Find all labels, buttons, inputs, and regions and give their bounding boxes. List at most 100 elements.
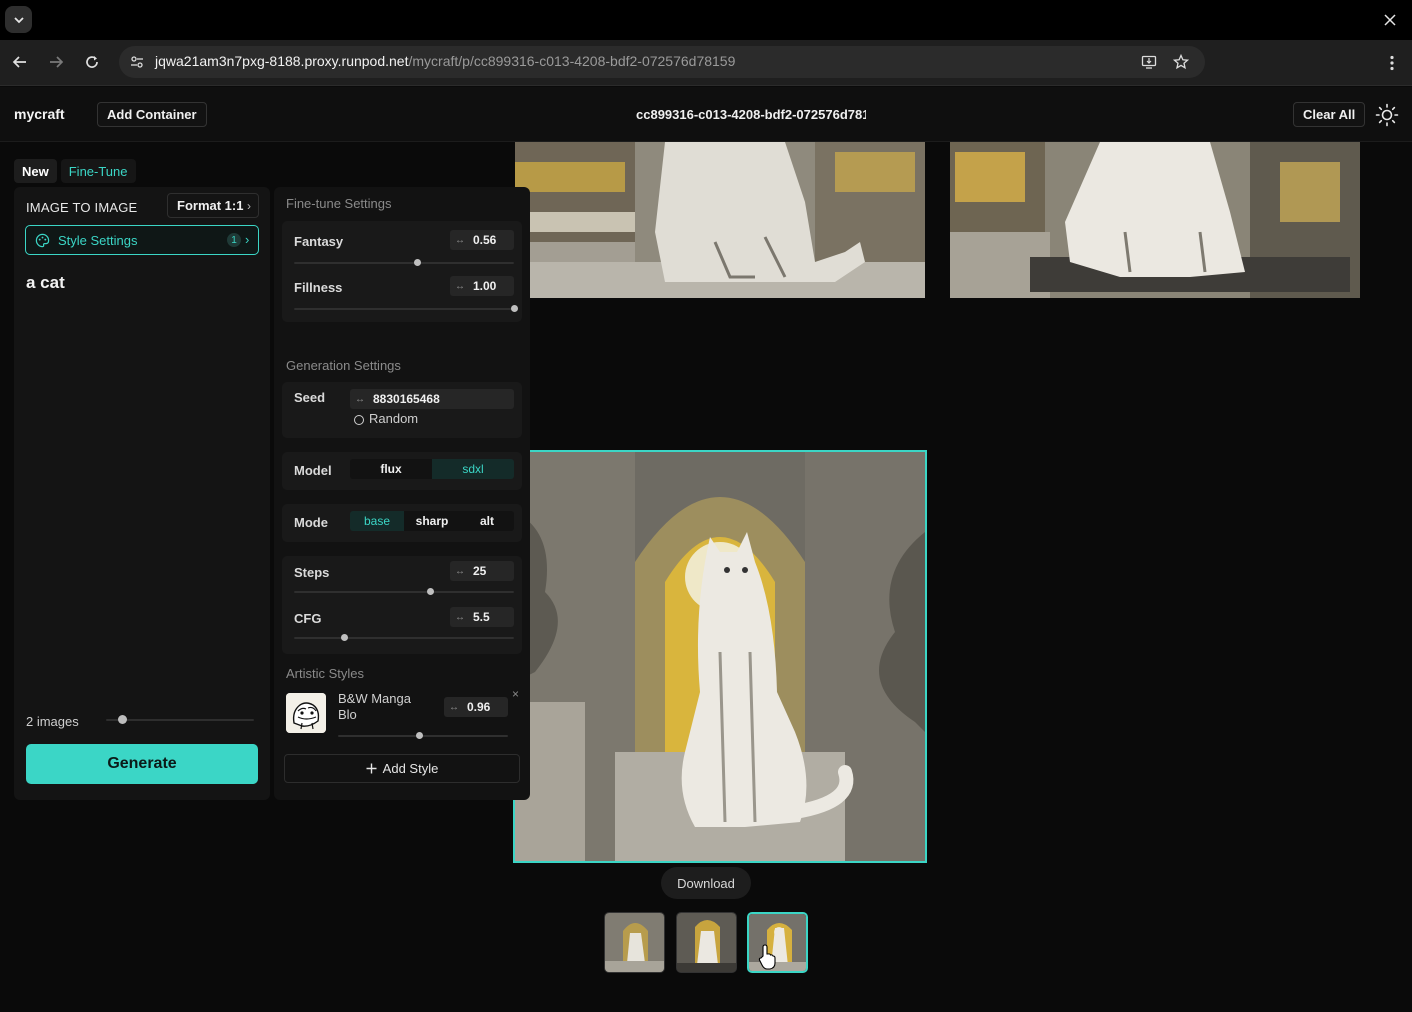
style-strength-slider-thumb[interactable]	[416, 732, 424, 739]
drag-arrows-icon: ↔	[455, 234, 465, 246]
back-button[interactable]	[7, 49, 33, 75]
fillness-slider-thumb[interactable]	[510, 305, 518, 312]
seed-input[interactable]: ↔ 8830165468	[350, 389, 514, 409]
browser-tabstrip	[0, 0, 1412, 40]
mode-selector: base sharp alt	[350, 511, 514, 531]
drag-arrows-icon: ↔	[455, 280, 465, 292]
mode-card: Mode base sharp alt	[282, 504, 522, 542]
drag-arrows-icon: ↔	[455, 611, 465, 623]
model-label: Model	[294, 463, 332, 478]
chevron-right-icon: ›	[247, 199, 251, 213]
generation-settings-title: Generation Settings	[286, 358, 401, 373]
steps-slider-thumb[interactable]	[426, 588, 434, 595]
model-card: Model flux sdxl	[282, 452, 522, 490]
style-count-badge: 1	[227, 233, 241, 247]
model-option-sdxl[interactable]: sdxl	[432, 459, 514, 479]
address-bar[interactable]: jqwa21am3n7pxg-8188.proxy.runpod.net/myc…	[119, 46, 1205, 78]
drag-arrows-icon: ↔	[455, 565, 465, 577]
fillness-label: Fillness	[294, 280, 343, 295]
cfg-value: 5.5	[473, 610, 490, 624]
reload-icon	[86, 56, 98, 68]
style-settings-button[interactable]: Style Settings 1 ›	[25, 225, 259, 255]
more-vertical-icon	[1390, 55, 1394, 71]
cfg-label: CFG	[294, 611, 322, 626]
download-button[interactable]: Download	[661, 867, 751, 899]
random-seed-label[interactable]: Random	[369, 411, 418, 426]
palette-icon	[35, 233, 50, 248]
format-button[interactable]: Format 1:1 ›	[167, 193, 259, 218]
workspace: Download New Fine-Tune IMAGE TO IMAGE Fo…	[0, 142, 1412, 1012]
reload-button[interactable]	[79, 49, 105, 75]
random-seed-radio[interactable]	[354, 415, 364, 425]
fantasy-label: Fantasy	[294, 234, 344, 249]
image-count-label: 2 images	[26, 714, 79, 729]
close-icon	[1384, 14, 1396, 26]
steps-label: Steps	[294, 565, 330, 580]
generation-mode-label: IMAGE TO IMAGE	[26, 200, 138, 215]
thumbnail-1[interactable]	[604, 912, 665, 973]
browser-toolbar: jqwa21am3n7pxg-8188.proxy.runpod.net/myc…	[0, 40, 1412, 86]
hand-cursor-icon	[758, 944, 776, 970]
steps-value-input[interactable]: ↔ 25	[450, 561, 514, 581]
clear-all-button[interactable]: Clear All	[1293, 102, 1366, 127]
settings-panel: Fine-tune Settings Fantasy ↔ 0.56 Fillnes…	[274, 187, 530, 800]
fantasy-slider-thumb[interactable]	[413, 259, 421, 266]
brand-logo[interactable]: mycraft	[14, 106, 65, 122]
cfg-slider[interactable]	[294, 637, 514, 639]
fantasy-value-input[interactable]: ↔ 0.56	[450, 230, 514, 250]
arrow-right-icon	[50, 56, 64, 68]
steps-value: 25	[473, 564, 487, 578]
app-header: mycraft Add Container cc899316-c013-4208…	[0, 87, 1412, 142]
image-count-slider-thumb[interactable]	[118, 715, 127, 724]
generate-button[interactable]: Generate	[26, 744, 258, 784]
seed-label: Seed	[294, 390, 326, 405]
url-text: jqwa21am3n7pxg-8188.proxy.runpod.net/myc…	[155, 53, 735, 69]
thumbnail-2[interactable]	[676, 912, 737, 973]
mode-label: Mode	[294, 515, 328, 530]
tab-new[interactable]: New	[14, 159, 57, 183]
thumbnail-3[interactable]	[747, 912, 808, 973]
steps-cfg-card: Steps ↔ 25 CFG ↔ 5.5	[282, 556, 522, 654]
browser-menu-button[interactable]	[1382, 51, 1402, 75]
cfg-value-input[interactable]: ↔ 5.5	[450, 607, 514, 627]
install-app-icon[interactable]	[1139, 52, 1159, 72]
site-info-icon[interactable]	[127, 52, 147, 72]
sun-icon	[1375, 103, 1399, 127]
tab-search-button[interactable]	[5, 6, 32, 33]
style-settings-label: Style Settings	[58, 233, 138, 248]
generated-image[interactable]	[515, 142, 925, 298]
tab-fine-tune[interactable]: Fine-Tune	[60, 159, 136, 183]
fine-tune-settings-title: Fine-tune Settings	[286, 196, 392, 211]
generated-image-selected[interactable]	[513, 450, 927, 863]
window-close-button[interactable]	[1378, 8, 1402, 32]
cfg-slider-thumb[interactable]	[341, 634, 349, 641]
fantasy-value: 0.56	[473, 233, 497, 247]
seed-value: 8830165468	[373, 392, 440, 406]
fillness-slider[interactable]	[294, 308, 514, 310]
add-style-button[interactable]: Add Style	[284, 754, 520, 783]
fillness-value-input[interactable]: ↔ 1.00	[450, 276, 514, 296]
mode-option-alt[interactable]: alt	[460, 511, 514, 531]
drag-arrows-icon: ↔	[449, 701, 459, 713]
theme-toggle-button[interactable]	[1374, 102, 1400, 128]
plus-icon	[366, 763, 377, 774]
model-option-flux[interactable]: flux	[350, 459, 432, 479]
add-container-button[interactable]: Add Container	[97, 102, 207, 127]
drag-arrows-icon: ↔	[355, 393, 365, 405]
fantasy-slider[interactable]	[294, 262, 514, 264]
arrow-left-icon	[12, 56, 26, 68]
generated-image[interactable]	[950, 142, 1360, 298]
seed-card: Seed ↔ 8830165468 Random	[282, 382, 522, 438]
prompt-text[interactable]: a cat	[26, 273, 65, 293]
remove-style-button[interactable]: ×	[512, 687, 519, 701]
bookmark-star-icon[interactable]	[1171, 52, 1191, 72]
forward-button[interactable]	[43, 49, 69, 75]
mode-option-sharp[interactable]: sharp	[404, 511, 460, 531]
steps-slider[interactable]	[294, 591, 514, 593]
fine-tune-card: Fantasy ↔ 0.56 Fillness ↔ 1.00	[282, 221, 522, 322]
style-strength-input[interactable]: ↔ 0.96	[444, 697, 508, 717]
style-thumbnail	[286, 693, 326, 733]
mode-option-base[interactable]: base	[350, 511, 404, 531]
artistic-styles-title: Artistic Styles	[286, 666, 365, 681]
image-count-slider[interactable]	[106, 719, 254, 721]
